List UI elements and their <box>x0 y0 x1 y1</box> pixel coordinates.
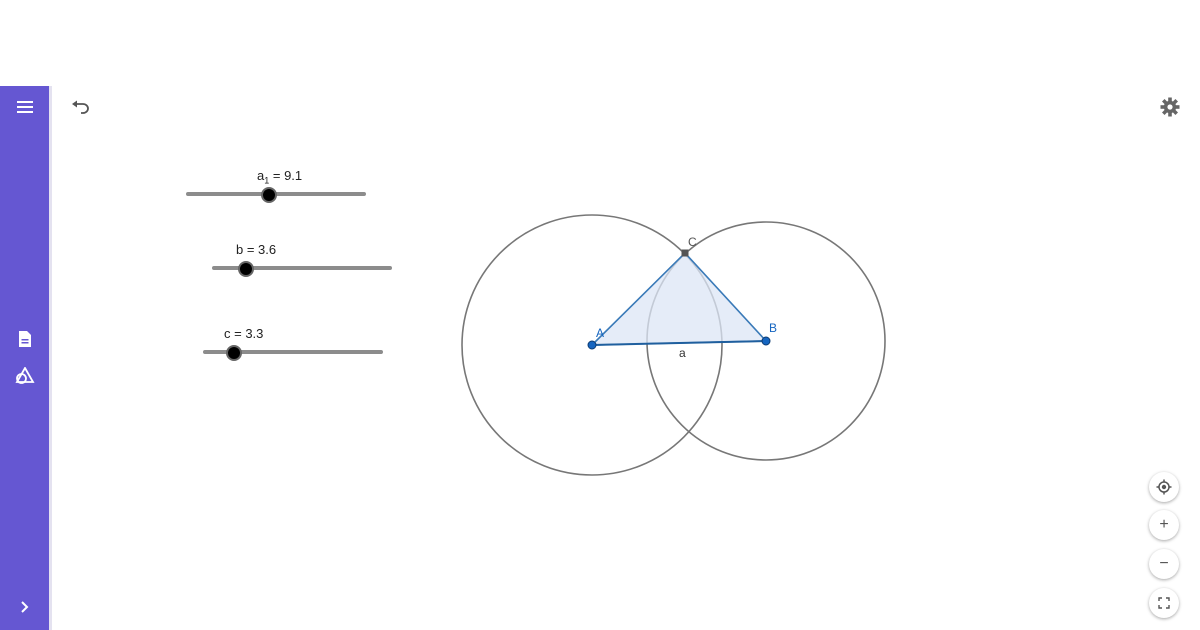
point-a-label: A <box>596 326 604 340</box>
fullscreen-button[interactable] <box>1149 588 1179 618</box>
segment-a <box>591 340 767 346</box>
point-b-label: B <box>769 321 777 335</box>
zoom-in-button[interactable]: + <box>1149 510 1179 540</box>
menu-icon <box>17 101 33 113</box>
slider-c-knob[interactable] <box>225 345 242 361</box>
graphics-view[interactable]: a1 = 9.1 b = 3.6 c = 3.3 a A B C + − <box>52 86 1200 630</box>
expand-sidebar-button[interactable] <box>12 594 38 620</box>
zoom-out-icon: − <box>1159 555 1169 572</box>
slider-c-label: c = 3.3 <box>224 326 264 341</box>
sidebar <box>0 86 52 630</box>
chevron-right-icon <box>21 601 29 613</box>
undo-button[interactable] <box>68 94 94 120</box>
algebra-view-button[interactable] <box>12 326 38 352</box>
slider-a1-label: a1 = 9.1 <box>257 168 302 186</box>
zoom-in-icon: + <box>1159 516 1169 533</box>
point-c-label: C <box>688 235 697 249</box>
point-a <box>587 340 597 350</box>
circle-around-a <box>461 214 723 476</box>
point-c <box>681 249 689 257</box>
construction-drawing: a A B C <box>461 214 886 476</box>
zoom-out-button[interactable]: − <box>1149 549 1179 579</box>
recenter-button[interactable] <box>1149 472 1179 502</box>
geometry-tools-icon <box>15 367 35 384</box>
slider-a1-knob[interactable] <box>260 187 277 203</box>
settings-button[interactable] <box>1157 94 1183 120</box>
point-b <box>761 336 771 346</box>
slider-b-knob[interactable] <box>238 261 255 277</box>
circle-around-b <box>646 221 886 461</box>
gear-icon <box>1160 97 1180 117</box>
triangle-abc <box>590 251 768 346</box>
geometry-tools-button[interactable] <box>12 363 38 389</box>
fullscreen-icon <box>1158 597 1170 609</box>
undo-icon <box>72 100 89 114</box>
recenter-icon <box>1156 479 1172 495</box>
algebra-view-icon <box>19 331 31 347</box>
slider-a1-label-value: = 9.1 <box>269 168 303 183</box>
menu-button[interactable] <box>12 94 38 120</box>
segment-a-label: a <box>679 346 686 360</box>
slider-b-label: b = 3.6 <box>236 242 277 257</box>
